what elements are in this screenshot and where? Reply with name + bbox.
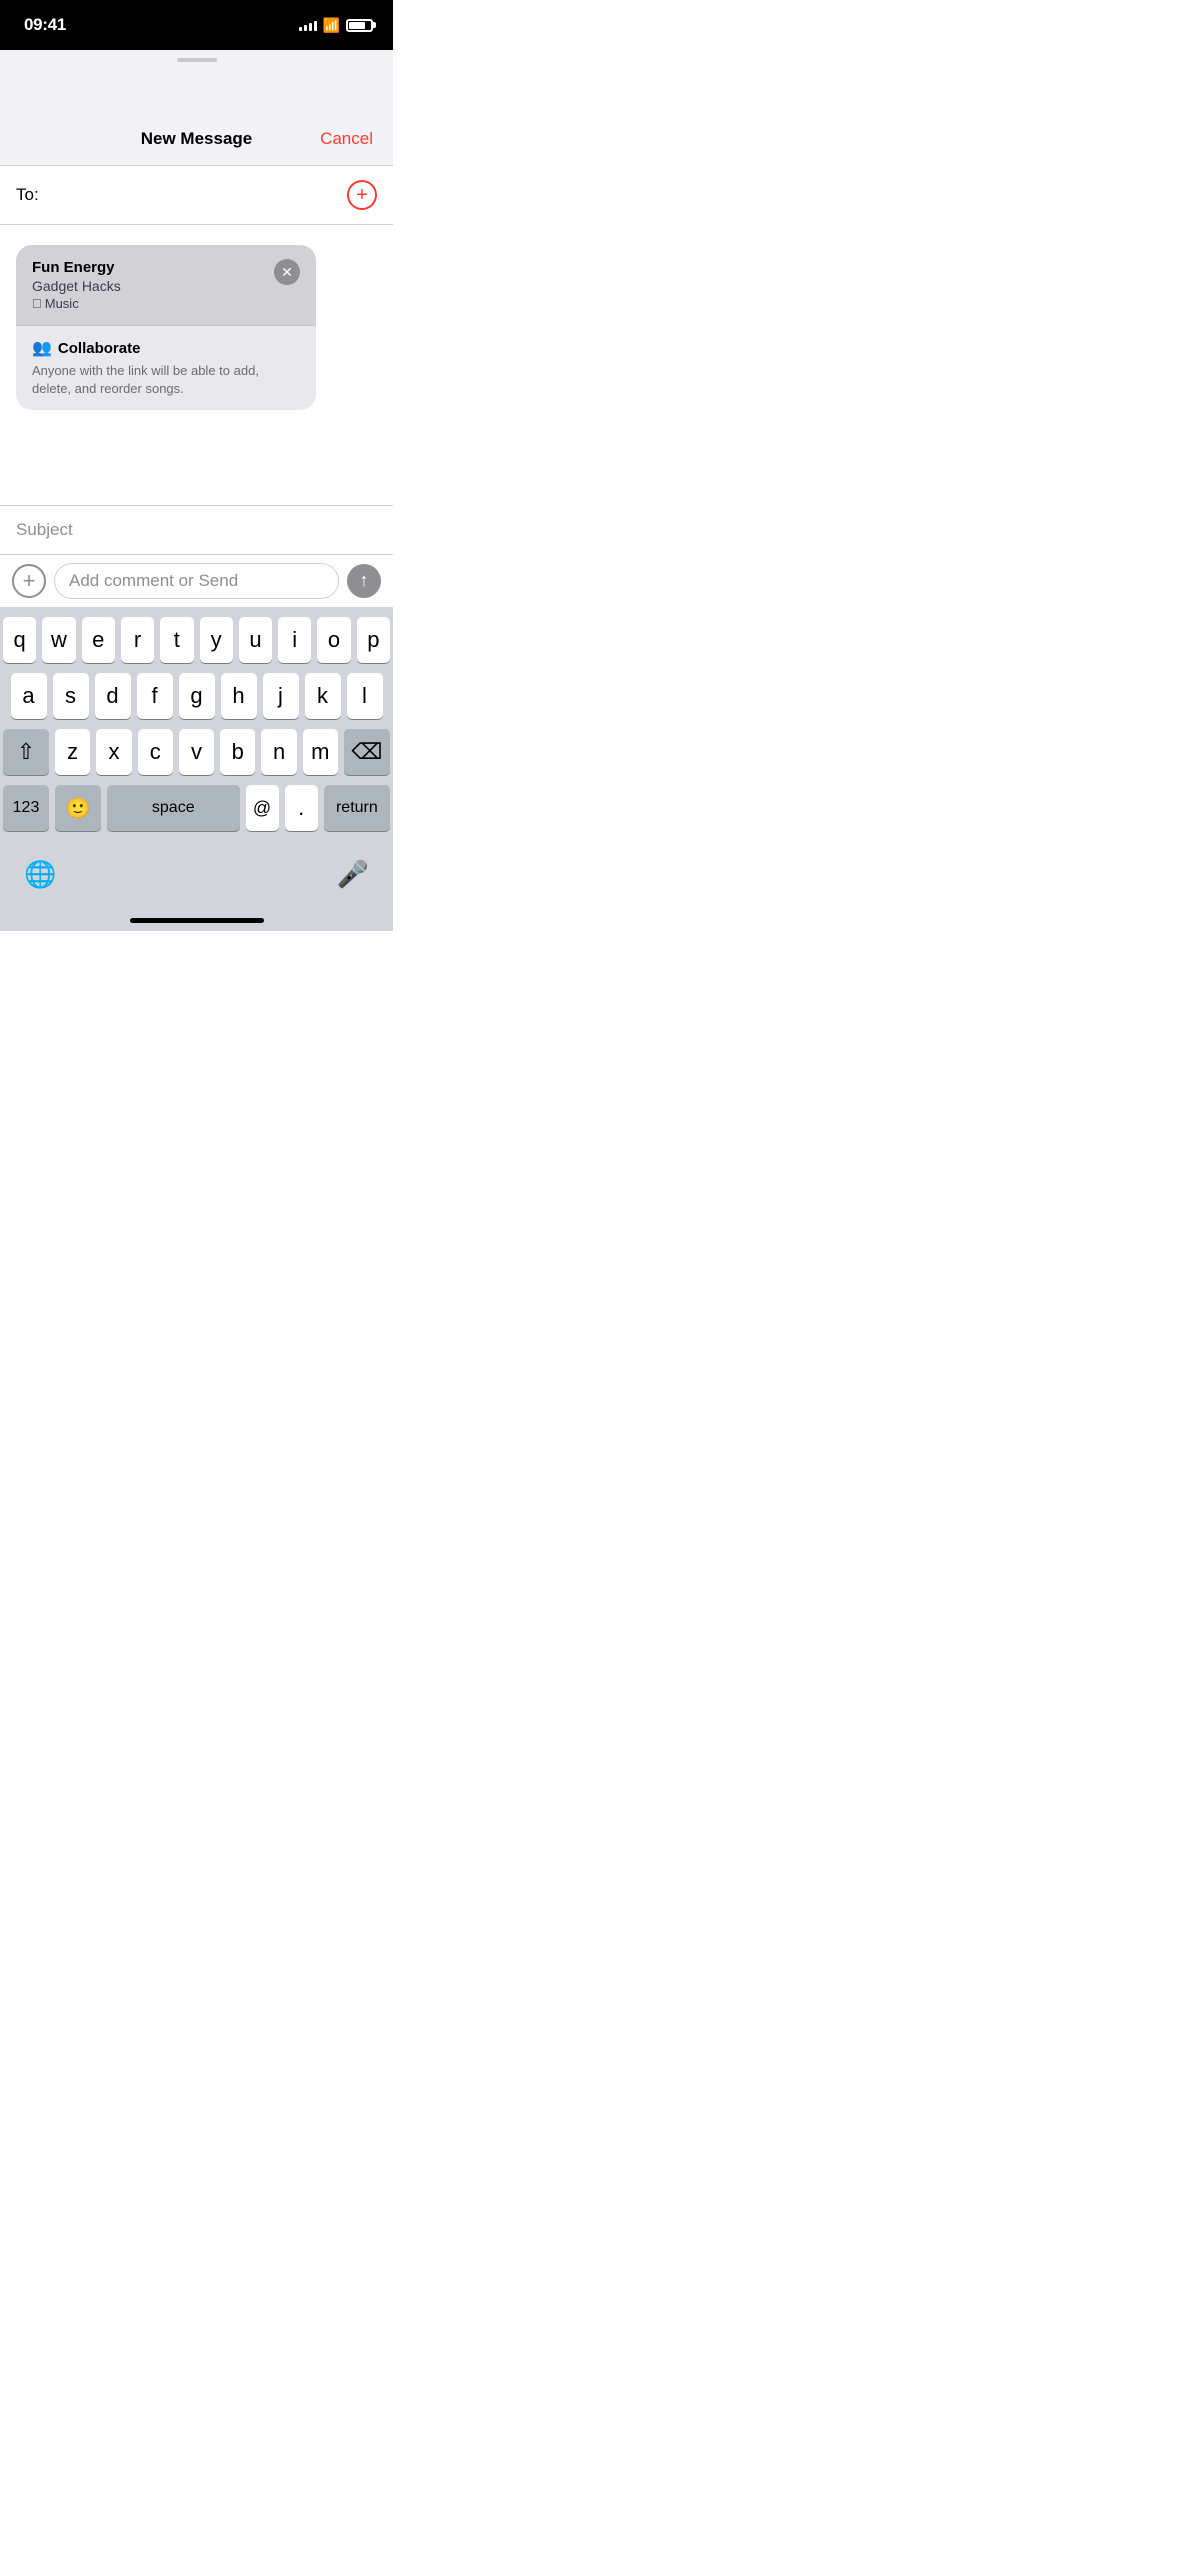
key-b[interactable]: b [220, 729, 255, 775]
space-key[interactable]: space [107, 785, 240, 831]
to-field: To: + [0, 166, 393, 225]
return-key[interactable]: return [324, 785, 390, 831]
attachment-area: Fun Energy Gadget Hacks  Music ✕ 👥 Coll… [0, 233, 393, 422]
status-time: 09:41 [24, 15, 66, 35]
microphone-icon[interactable]: 🎤 [337, 859, 369, 890]
add-recipient-button[interactable]: + [347, 180, 377, 210]
keyboard-row-2: a s d f g h j k l [3, 673, 390, 719]
collaborate-icon: 👥 [32, 338, 52, 358]
drag-handle [177, 58, 217, 62]
emoji-key[interactable]: 🙂 [55, 785, 101, 831]
key-c[interactable]: c [138, 729, 173, 775]
key-i[interactable]: i [278, 617, 311, 663]
period-key[interactable]: . [285, 785, 318, 831]
globe-icon[interactable]: 🌐 [24, 859, 56, 890]
subject-placeholder: Subject [16, 520, 73, 539]
keyboard-row-3: ⇧ z x c v b n m ⌫ [3, 729, 390, 775]
subject-field[interactable]: Subject [0, 505, 393, 554]
home-bar [130, 918, 264, 923]
nav-bar: New Message Cancel [0, 78, 393, 166]
cancel-button[interactable]: Cancel [320, 129, 373, 149]
battery-icon [346, 19, 373, 32]
key-x[interactable]: x [96, 729, 131, 775]
key-z[interactable]: z [55, 729, 90, 775]
key-l[interactable]: l [347, 673, 383, 719]
send-arrow-icon: ↑ [360, 570, 369, 591]
attachment-info: Fun Energy Gadget Hacks  Music [32, 259, 266, 311]
collaborate-description: Anyone with the link will be able to add… [32, 362, 300, 398]
key-p[interactable]: p [357, 617, 390, 663]
send-button[interactable]: ↑ [347, 564, 381, 598]
key-s[interactable]: s [53, 673, 89, 719]
attachment-header: Fun Energy Gadget Hacks  Music ✕ [16, 245, 316, 325]
wifi-icon: 📶 [323, 17, 340, 34]
shift-key[interactable]: ⇧ [3, 729, 49, 775]
collaborate-title: 👥 Collaborate [32, 338, 300, 358]
key-w[interactable]: w [42, 617, 75, 663]
comment-input[interactable]: Add comment or Send [54, 563, 339, 599]
at-key[interactable]: @ [246, 785, 279, 831]
key-n[interactable]: n [261, 729, 296, 775]
key-u[interactable]: u [239, 617, 272, 663]
key-a[interactable]: a [11, 673, 47, 719]
keyboard: q w e r t y u i o p a s d f g h j k l ⇧ … [0, 607, 393, 845]
apple-logo-icon:  [32, 296, 42, 311]
key-d[interactable]: d [95, 673, 131, 719]
key-k[interactable]: k [305, 673, 341, 719]
attachment-subtitle: Gadget Hacks [32, 278, 266, 294]
key-f[interactable]: f [137, 673, 173, 719]
comment-placeholder: Add comment or Send [69, 571, 238, 591]
keyboard-row-1: q w e r t y u i o p [3, 617, 390, 663]
drag-handle-area [0, 50, 393, 78]
attachment-card: Fun Energy Gadget Hacks  Music ✕ 👥 Coll… [16, 245, 316, 410]
status-bar: 09:41 📶 [0, 0, 393, 50]
message-body[interactable]: Fun Energy Gadget Hacks  Music ✕ 👥 Coll… [0, 225, 393, 505]
key-h[interactable]: h [221, 673, 257, 719]
attachment-title: Fun Energy [32, 259, 266, 276]
bottom-toolbar: 🌐 🎤 [0, 845, 393, 897]
attachment-collaborate: 👥 Collaborate Anyone with the link will … [16, 326, 316, 410]
add-attachment-button[interactable]: + [12, 564, 46, 598]
numbers-key[interactable]: 123 [3, 785, 49, 831]
attachment-source-text: Music [45, 296, 79, 311]
key-q[interactable]: q [3, 617, 36, 663]
nav-title: New Message [141, 129, 253, 149]
key-e[interactable]: e [82, 617, 115, 663]
input-toolbar: + Add comment or Send ↑ [0, 554, 393, 607]
to-label: To: [16, 185, 44, 205]
key-o[interactable]: o [317, 617, 350, 663]
key-m[interactable]: m [303, 729, 338, 775]
key-y[interactable]: y [200, 617, 233, 663]
collaborate-label: Collaborate [58, 340, 141, 357]
keyboard-row-4: 123 🙂 space @ . return [3, 785, 390, 831]
key-g[interactable]: g [179, 673, 215, 719]
key-t[interactable]: t [160, 617, 193, 663]
key-v[interactable]: v [179, 729, 214, 775]
status-icons: 📶 [299, 17, 373, 34]
close-attachment-button[interactable]: ✕ [274, 259, 300, 285]
attachment-source:  Music [32, 296, 266, 311]
key-j[interactable]: j [263, 673, 299, 719]
home-indicator-area [0, 897, 393, 931]
delete-key[interactable]: ⌫ [344, 729, 390, 775]
key-r[interactable]: r [121, 617, 154, 663]
signal-icon [299, 19, 317, 31]
